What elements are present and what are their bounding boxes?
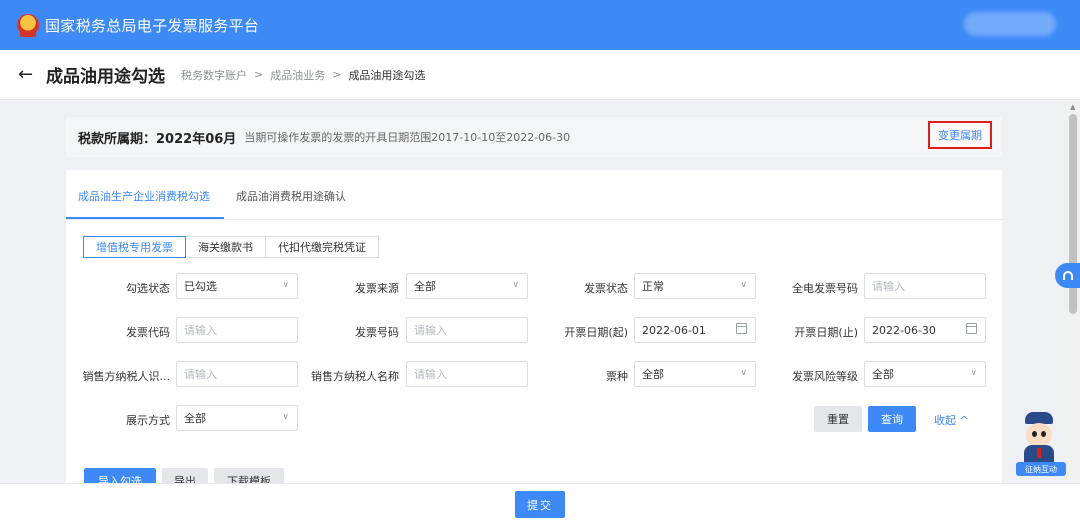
invoice-code-input[interactable]: 请输入 [176, 317, 298, 343]
export-button[interactable]: 导出 [162, 468, 208, 483]
risk-level-value: 全部 [872, 368, 894, 381]
assistant-eye [1032, 431, 1037, 437]
tab-producer-consumption-tax[interactable]: 成品油生产企业消费税勾选 [78, 188, 210, 204]
footer-bar: 提交 [0, 483, 1080, 524]
calendar-icon [736, 323, 747, 334]
seller-name-input[interactable]: 请输入 [406, 361, 528, 387]
segment-withholding-certificate[interactable]: 代扣代缴完税凭证 [265, 236, 379, 258]
active-tab-indicator [66, 217, 224, 219]
back-arrow-icon[interactable]: ← [18, 64, 36, 85]
headset-help-button[interactable] [1055, 263, 1080, 288]
chevron-down-icon: ∨ [740, 368, 747, 378]
top-bar: 国家税务总局电子发票服务平台 [0, 0, 1080, 50]
invoice-source-value: 全部 [414, 280, 436, 293]
seller-tax-id-label: 销售方纳税人识... [82, 370, 171, 383]
chevron-down-icon: ∨ [740, 280, 747, 290]
segment-vat-special-invoice[interactable]: 增值税专用发票 [83, 236, 186, 258]
einvoice-number-label: 全电发票号码 [792, 282, 858, 295]
breadcrumb-separator: > [254, 68, 264, 81]
period-card: 税款所属期： 2022年06月 当期可操作发票的发票的开具日期范围2017-10… [66, 117, 1002, 157]
assistant-face [1026, 423, 1052, 447]
chevron-down-icon: ∨ [282, 412, 289, 422]
chevron-down-icon: ∨ [282, 280, 289, 290]
assistant-body [1024, 445, 1054, 463]
period-label: 税款所属期： [78, 131, 157, 147]
chevron-down-icon: ∨ [970, 368, 977, 378]
segment-customs-payment[interactable]: 海关缴款书 [185, 236, 266, 258]
breadcrumb-item-oil-business[interactable]: 成品油业务 [270, 67, 325, 83]
display-mode-value: 全部 [184, 412, 206, 425]
period-range-text: 当期可操作发票的发票的开具日期范围2017-10-10至2022-06-30 [244, 131, 571, 144]
breadcrumb-item-account[interactable]: 税务数字账户 [181, 67, 247, 83]
user-info-blurred[interactable] [964, 12, 1056, 36]
risk-level-select[interactable]: 全部 ∨ [864, 361, 986, 387]
change-period-link[interactable]: 变更属期 [928, 121, 992, 149]
date-end-label: 开票日期(止) [794, 326, 858, 339]
seller-tax-id-input[interactable]: 请输入 [176, 361, 298, 387]
display-mode-label: 展示方式 [126, 414, 170, 427]
assistant-eye [1041, 431, 1046, 437]
ticket-type-select[interactable]: 全部 ∨ [634, 361, 756, 387]
download-template-button[interactable]: 下载模板 [214, 468, 284, 483]
assistant-widget[interactable]: 征纳互动 [1014, 412, 1068, 478]
page-title: 成品油用途勾选 [46, 67, 165, 87]
invoice-source-label: 发票来源 [355, 282, 399, 295]
headset-icon [1062, 271, 1073, 280]
import-check-button[interactable]: 导入勾选 [84, 468, 156, 483]
seller-name-label: 销售方纳税人名称 [311, 370, 399, 383]
tax-emblem-icon [17, 14, 39, 37]
invoice-number-label: 发票号码 [355, 326, 399, 339]
submit-button[interactable]: 提交 [515, 491, 565, 518]
scroll-up-icon[interactable]: ▲ [1070, 103, 1075, 111]
content-area: 税款所属期： 2022年06月 当期可操作发票的发票的开具日期范围2017-10… [0, 100, 1066, 483]
einvoice-number-input[interactable]: 请输入 [864, 273, 986, 299]
date-start-label: 开票日期(起) [564, 326, 628, 339]
period-value: 2022年06月 [156, 131, 237, 147]
risk-level-label: 发票风险等级 [792, 370, 858, 383]
date-start-picker[interactable]: 2022-06-01 [634, 317, 756, 343]
date-end-value: 2022-06-30 [872, 323, 936, 337]
assistant-tie [1037, 448, 1041, 458]
invoice-source-select[interactable]: 全部 ∨ [406, 273, 528, 299]
ticket-type-value: 全部 [642, 368, 664, 381]
invoice-code-label: 发票代码 [126, 326, 170, 339]
page-header: ← 成品油用途勾选 税务数字账户 > 成品油业务 > 成品油用途勾选 [0, 50, 1080, 100]
calendar-icon [966, 323, 977, 334]
tab-bar: 成品油生产企业消费税勾选 成品油消费税用途确认 [66, 170, 1002, 220]
date-end-picker[interactable]: 2022-06-30 [864, 317, 986, 343]
breadcrumb: 税务数字账户 > 成品油业务 > 成品油用途勾选 [181, 67, 425, 83]
display-mode-select[interactable]: 全部 ∨ [176, 405, 298, 431]
invoice-status-select[interactable]: 正常 ∨ [634, 273, 756, 299]
platform-title: 国家税务总局电子发票服务平台 [45, 16, 260, 35]
reset-button[interactable]: 重置 [814, 406, 862, 432]
main-card: 成品油生产企业消费税勾选 成品油消费税用途确认 增值税专用发票 海关缴款书 代扣… [66, 170, 1002, 483]
collapse-link[interactable]: 收起 ^ [934, 412, 969, 428]
breadcrumb-separator: > [332, 68, 342, 81]
ticket-type-label: 票种 [606, 370, 628, 383]
check-status-select[interactable]: 已勾选 ∨ [176, 273, 298, 299]
check-status-label: 勾选状态 [126, 282, 170, 295]
check-status-value: 已勾选 [184, 280, 217, 293]
breadcrumb-item-current: 成品油用途勾选 [348, 68, 426, 82]
vertical-scrollbar[interactable]: ▲ [1066, 100, 1080, 483]
chevron-down-icon: ∨ [512, 280, 519, 290]
tab-consumption-tax-confirm[interactable]: 成品油消费税用途确认 [236, 188, 346, 204]
invoice-status-value: 正常 [642, 280, 664, 293]
invoice-status-label: 发票状态 [584, 282, 628, 295]
invoice-type-segment: 增值税专用发票 海关缴款书 代扣代缴完税凭证 [83, 236, 379, 258]
assistant-badge: 征纳互动 [1016, 462, 1066, 476]
invoice-number-input[interactable]: 请输入 [406, 317, 528, 343]
date-start-value: 2022-06-01 [642, 323, 706, 337]
query-button[interactable]: 查询 [868, 406, 916, 432]
